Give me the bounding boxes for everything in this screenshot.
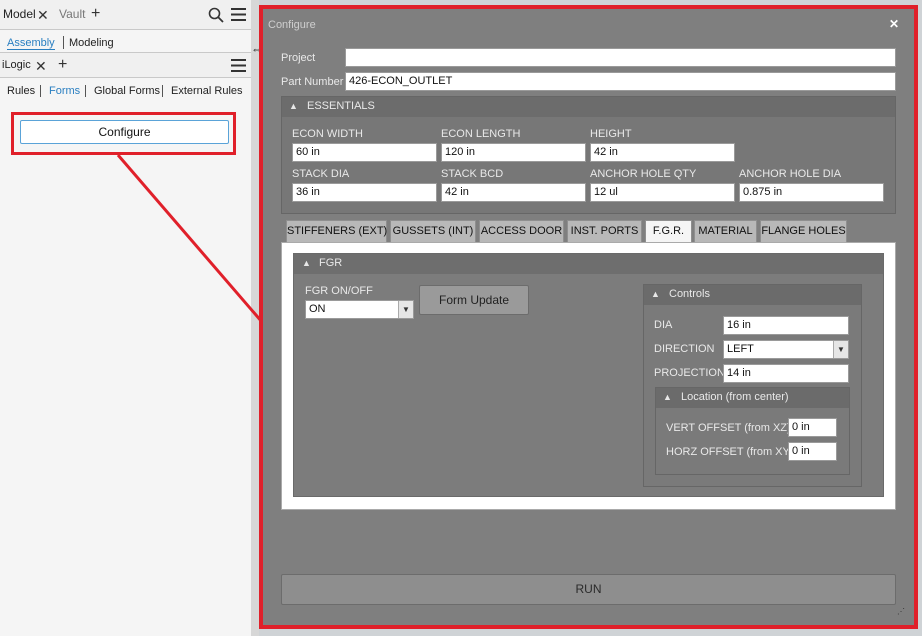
highlight-box (259, 5, 918, 629)
